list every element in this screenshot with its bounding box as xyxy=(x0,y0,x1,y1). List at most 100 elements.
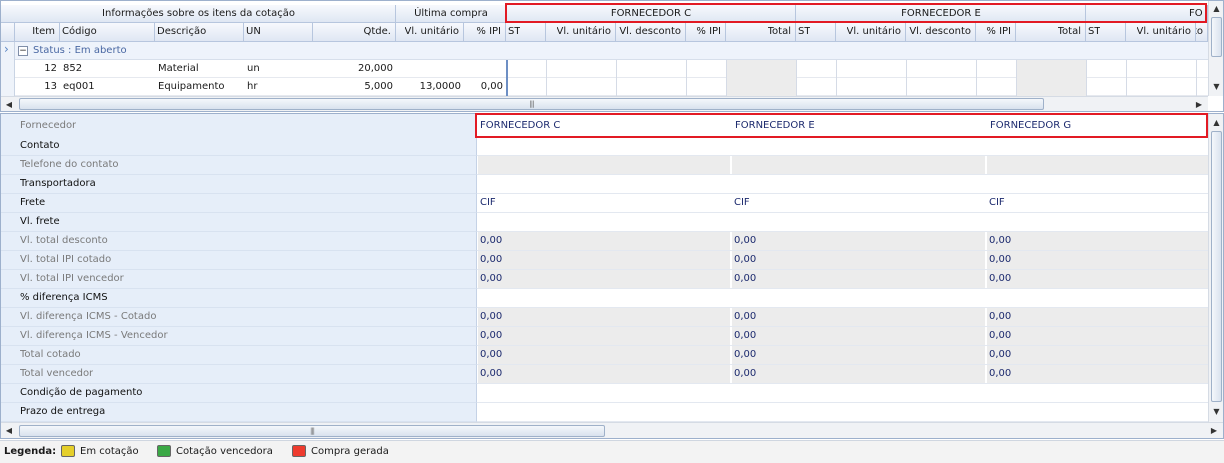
summary-value-cell[interactable] xyxy=(478,384,731,402)
bottom-horizontal-scroll-thumb[interactable]: ||| xyxy=(19,425,605,437)
column-header-ipi[interactable]: % IPI xyxy=(976,23,1016,42)
band-header-last-purchase[interactable]: Última compra xyxy=(396,5,506,23)
top-horizontal-scroll-thumb[interactable]: ||| xyxy=(19,98,1044,110)
column-header-total[interactable]: Total xyxy=(726,23,796,42)
summary-row[interactable]: Transportadora xyxy=(1,175,1209,194)
summary-row[interactable]: % diferença ICMS xyxy=(1,289,1209,308)
summary-value-cell[interactable] xyxy=(478,289,731,307)
column-header-description[interactable]: Descrição xyxy=(155,23,244,42)
column-header-label: Vl. unitário xyxy=(846,26,902,37)
summary-value-cell[interactable] xyxy=(478,213,731,231)
grid-line xyxy=(686,60,687,96)
column-header-qty[interactable]: Qtde. xyxy=(313,23,396,42)
column-header-discount-value[interactable]: Vl. desconto xyxy=(616,23,686,42)
total-cell-readonly xyxy=(1016,60,1086,78)
top-vertical-scroll-thumb[interactable] xyxy=(1211,17,1222,57)
scroll-down-icon[interactable]: ▼ xyxy=(1209,81,1224,93)
summary-row[interactable]: Total cotado 0,00 0,00 0,00 xyxy=(1,346,1209,365)
band-header-supplier-e[interactable]: FORNECEDOR E xyxy=(796,5,1086,23)
summary-row[interactable]: Vl. total IPI cotado 0,00 0,00 0,00 xyxy=(1,251,1209,270)
summary-row[interactable]: Contato xyxy=(1,137,1209,156)
summary-value: 0,00 xyxy=(734,311,757,322)
summary-row[interactable]: Vl. diferença ICMS - Cotado 0,00 0,00 0,00 xyxy=(1,308,1209,327)
scroll-up-icon[interactable]: ▲ xyxy=(1209,117,1224,129)
supplier-c-header[interactable]: FORNECEDOR C xyxy=(480,119,560,133)
summary-value-cell[interactable]: CIF xyxy=(732,194,986,212)
summary-value-cell[interactable] xyxy=(478,137,731,155)
summary-value-cell[interactable] xyxy=(987,213,1209,231)
summary-row-label: Contato xyxy=(20,140,60,151)
total-cell-readonly xyxy=(1016,78,1086,96)
column-header-label: Vl. desconto xyxy=(909,26,971,37)
supplier-e-header[interactable]: FORNECEDOR E xyxy=(735,119,815,133)
group-row-label: Status : Em aberto xyxy=(33,45,127,56)
bottom-horizontal-scrollbar[interactable]: ◀ ||| ▶ xyxy=(1,422,1223,438)
scroll-left-icon[interactable]: ◀ xyxy=(3,424,15,437)
cell-description: Equipamento xyxy=(158,81,225,92)
summary-value-cell[interactable] xyxy=(987,175,1209,193)
column-header-ipi[interactable]: % IPI xyxy=(686,23,726,42)
summary-value-cell[interactable] xyxy=(732,213,986,231)
column-header-discount-value[interactable]: Vl. desconto xyxy=(1196,23,1208,42)
column-header-st[interactable]: ST xyxy=(1086,23,1126,42)
summary-row[interactable]: Frete CIF CIF CIF xyxy=(1,194,1209,213)
column-header-spacer xyxy=(1,23,15,42)
group-row[interactable]: − Status : Em aberto xyxy=(15,42,1208,60)
summary-row-label-cell: Contato xyxy=(1,137,477,156)
bottom-vertical-scroll-thumb[interactable] xyxy=(1211,131,1222,402)
summary-value-cell[interactable] xyxy=(732,289,986,307)
summary-row[interactable]: Prazo de entrega xyxy=(1,403,1209,422)
band-header-info[interactable]: Informações sobre os itens da cotação xyxy=(1,5,396,23)
summary-row[interactable]: Condição de pagamento xyxy=(1,384,1209,403)
group-toggle-button[interactable]: − xyxy=(18,46,28,56)
summary-value-cell[interactable]: CIF xyxy=(478,194,731,212)
table-row[interactable]: 12 852 Material un 20,000 xyxy=(15,60,1208,78)
scroll-up-icon[interactable]: ▲ xyxy=(1209,3,1224,15)
summary-value-cell[interactable] xyxy=(478,175,731,193)
column-header-st[interactable]: ST xyxy=(796,23,836,42)
summary-value-cell[interactable] xyxy=(732,175,986,193)
column-header-st[interactable]: ST xyxy=(506,23,546,42)
band-header-supplier-c[interactable]: FORNECEDOR C xyxy=(506,5,796,23)
scroll-left-icon[interactable]: ◀ xyxy=(3,98,15,111)
column-header-code[interactable]: Código xyxy=(60,23,155,42)
summary-value-cell: 0,00 xyxy=(732,346,986,364)
summary-row[interactable]: Vl. total IPI vencedor 0,00 0,00 0,00 xyxy=(1,270,1209,289)
summary-value-cell: 0,00 xyxy=(478,346,731,364)
band-header-supplier-g[interactable]: FO xyxy=(1086,5,1208,23)
summary-value: 0,00 xyxy=(989,235,1012,246)
column-header-unit[interactable]: UN xyxy=(244,23,313,42)
column-header-discount-value[interactable]: Vl. desconto xyxy=(906,23,976,42)
column-header-total[interactable]: Total xyxy=(1016,23,1086,42)
column-header-last-unit-value[interactable]: Vl. unitário xyxy=(396,23,464,42)
scroll-down-icon[interactable]: ▼ xyxy=(1209,406,1224,418)
scroll-right-icon[interactable]: ▶ xyxy=(1193,98,1205,111)
summary-row[interactable]: Total vencedor 0,00 0,00 0,00 xyxy=(1,365,1209,384)
summary-row[interactable]: Vl. frete xyxy=(1,213,1209,232)
summary-row[interactable]: Telefone do contato xyxy=(1,156,1209,175)
summary-value-cell[interactable]: CIF xyxy=(987,194,1209,212)
summary-value: CIF xyxy=(989,197,1005,208)
scroll-right-icon[interactable]: ▶ xyxy=(1208,424,1220,437)
summary-value-cell[interactable] xyxy=(987,137,1209,155)
top-vertical-scrollbar[interactable]: ▲ ▼ xyxy=(1208,1,1223,96)
table-row[interactable]: 13 eq001 Equipamento hr 5,000 13,0000 0,00 xyxy=(15,78,1208,96)
supplier-summary-grid: Fornecedor FORNECEDOR C FORNECEDOR E FOR… xyxy=(0,113,1224,439)
column-header-unit-value[interactable]: Vl. unitário xyxy=(1126,23,1196,42)
bottom-vertical-scrollbar[interactable]: ▲ ▼ xyxy=(1208,114,1223,422)
summary-value-cell[interactable] xyxy=(732,137,986,155)
column-header-unit-value[interactable]: Vl. unitário xyxy=(546,23,616,42)
column-header-unit-value[interactable]: Vl. unitário xyxy=(836,23,906,42)
column-header-item[interactable]: Item xyxy=(15,23,60,42)
summary-row[interactable]: Vl. total desconto 0,00 0,00 0,00 xyxy=(1,232,1209,251)
column-header-last-ipi[interactable]: % IPI xyxy=(464,23,506,42)
summary-value-cell[interactable] xyxy=(478,403,731,421)
summary-value-cell[interactable] xyxy=(732,384,986,402)
summary-value-cell[interactable] xyxy=(987,289,1209,307)
summary-row[interactable]: Vl. diferença ICMS - Vencedor 0,00 0,00 0,0… xyxy=(1,327,1209,346)
summary-value-cell[interactable] xyxy=(987,403,1209,421)
top-horizontal-scrollbar[interactable]: ◀ ||| ▶ xyxy=(1,96,1208,111)
summary-value-cell[interactable] xyxy=(732,403,986,421)
supplier-g-header[interactable]: FORNECEDOR G xyxy=(990,119,1071,133)
summary-value-cell[interactable] xyxy=(987,384,1209,402)
